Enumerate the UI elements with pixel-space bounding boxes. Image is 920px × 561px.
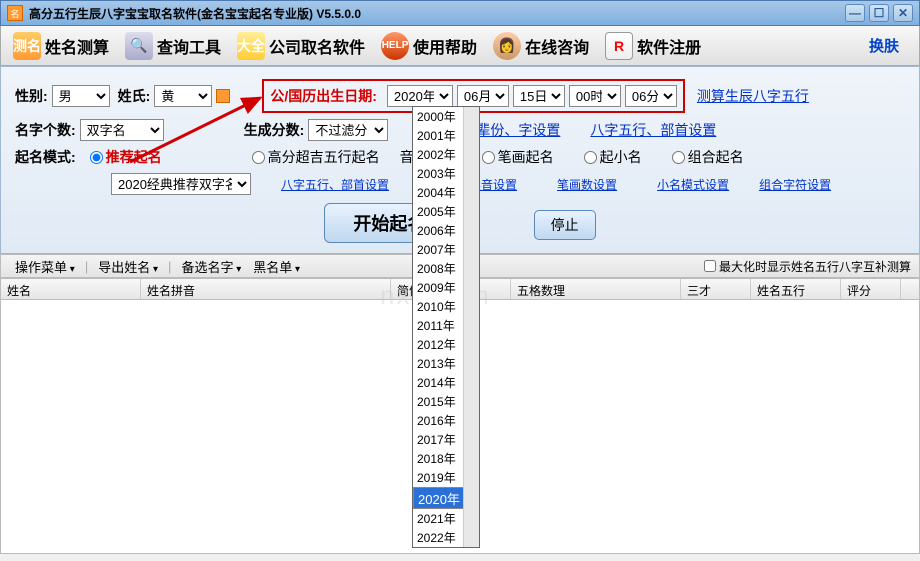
score-label: 生成分数:	[244, 120, 305, 140]
count-label: 名字个数:	[15, 120, 76, 140]
preset-select[interactable]: 2020经典推荐双字名	[111, 173, 251, 195]
close-button[interactable]: ✕	[893, 4, 913, 22]
register-icon: R	[605, 32, 633, 60]
window-title: 高分五行生辰八字宝宝取名软件(金名宝宝起名专业版) V5.5.0.0	[29, 5, 845, 22]
search-icon: 🔍	[125, 32, 153, 60]
tool-company[interactable]: 大全公司取名软件	[229, 30, 373, 62]
skin-link[interactable]: 换肤	[869, 35, 915, 56]
col-pinyin[interactable]: 姓名拼音	[141, 279, 391, 299]
mode-nickname-label: 起小名	[600, 147, 642, 167]
mode-highscore-radio[interactable]	[252, 151, 265, 164]
sub-combo-link[interactable]: 组合字符设置	[759, 176, 831, 193]
col-wuxing[interactable]: 姓名五行	[751, 279, 841, 299]
tool-consult[interactable]: 👩在线咨询	[485, 30, 597, 62]
col-sancai[interactable]: 三才	[681, 279, 751, 299]
mode-label: 起名模式:	[15, 147, 76, 167]
hour-select[interactable]: 00时	[569, 85, 621, 107]
title-bar: 名 高分五行生辰八字宝宝取名软件(金名宝宝起名专业版) V5.5.0.0 — ☐…	[0, 0, 920, 26]
bushou-link[interactable]: 八字五行、部首设置	[590, 120, 716, 140]
mode-nickname-radio[interactable]	[584, 151, 597, 164]
dropdown-scrollbar[interactable]	[463, 107, 479, 547]
surname-label: 姓氏:	[118, 86, 151, 106]
mode-combo-label: 组合起名	[688, 147, 744, 167]
mode-recommend-label: 推荐起名	[106, 147, 162, 167]
calc-icon: 测名	[13, 32, 41, 60]
year-option[interactable]: 2023年	[413, 547, 479, 548]
maximize-label: 最大化时显示姓名五行八字互补测算	[719, 258, 911, 275]
day-select[interactable]: 15日	[513, 85, 565, 107]
stop-button[interactable]: 停止	[534, 210, 596, 240]
month-select[interactable]: 06月	[457, 85, 509, 107]
surname-select[interactable]: 黄	[154, 85, 212, 107]
maximize-button[interactable]: ☐	[869, 4, 889, 22]
year-dropdown-list[interactable]: 2000年2001年2002年2003年2004年2005年2006年2007年…	[412, 106, 480, 548]
col-name[interactable]: 姓名	[1, 279, 141, 299]
surname-picker-icon[interactable]	[216, 89, 230, 103]
company-icon: 大全	[237, 32, 265, 60]
mode-combo-radio[interactable]	[672, 151, 685, 164]
tool-name-calc[interactable]: 测名姓名测算	[5, 30, 117, 62]
sub-bazi-link[interactable]: 八字五行、部首设置	[281, 176, 389, 193]
sub-stroke-link[interactable]: 笔画数设置	[557, 176, 617, 193]
app-icon: 名	[7, 5, 23, 21]
mode-stroke-radio[interactable]	[482, 151, 495, 164]
tool-help[interactable]: HELP使用帮助	[373, 30, 485, 62]
dob-label: 公/国历出生日期:	[270, 86, 377, 106]
mode-stroke-label: 笔画起名	[498, 147, 554, 167]
mode-recommend-radio[interactable]	[90, 151, 103, 164]
mode-highscore-label: 高分超吉五行起名	[268, 147, 380, 167]
gender-select[interactable]: 男	[52, 85, 110, 107]
menu-ops[interactable]: 操作菜单	[9, 257, 81, 276]
col-score[interactable]: 评分	[841, 279, 901, 299]
count-select[interactable]: 双字名	[80, 119, 164, 141]
score-select[interactable]: 不过滤分	[308, 119, 388, 141]
gender-label: 性别:	[15, 86, 48, 106]
menu-candidates[interactable]: 备选名字	[175, 257, 247, 276]
tool-query[interactable]: 🔍查询工具	[117, 30, 229, 62]
sub-nick-link[interactable]: 小名模式设置	[657, 176, 729, 193]
consult-icon: 👩	[493, 32, 521, 60]
minimize-button[interactable]: —	[845, 4, 865, 22]
help-icon: HELP	[381, 32, 409, 60]
main-toolbar: 测名姓名测算 🔍查询工具 大全公司取名软件 HELP使用帮助 👩在线咨询 R软件…	[0, 26, 920, 66]
tool-register[interactable]: R软件注册	[597, 30, 709, 62]
minute-select[interactable]: 06分	[625, 85, 677, 107]
col-wuge[interactable]: 五格数理	[511, 279, 681, 299]
menu-export[interactable]: 导出姓名	[92, 257, 164, 276]
year-select[interactable]: 2020年	[387, 85, 453, 107]
maximize-checkbox[interactable]	[704, 260, 716, 272]
menu-blacklist[interactable]: 黑名单	[247, 257, 306, 276]
calc-bazi-link[interactable]: 测算生辰八字五行	[697, 86, 809, 106]
